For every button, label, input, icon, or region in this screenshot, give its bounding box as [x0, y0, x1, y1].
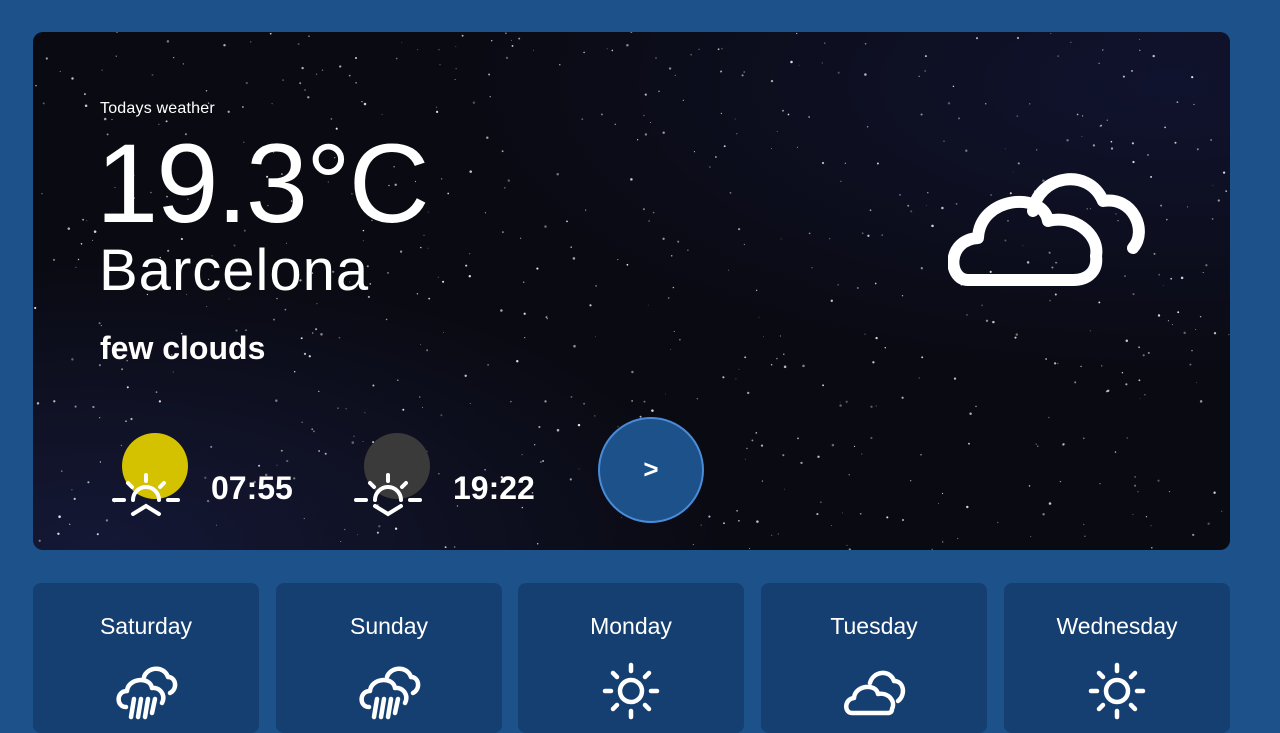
forecast-card[interactable]: Wednesday	[1004, 583, 1230, 733]
forecast-day-label: Sunday	[349, 613, 428, 639]
weather-hero-card: Todays weather 19.3°C Barcelona few clou…	[33, 32, 1230, 550]
forecast-card[interactable]: Monday	[518, 583, 744, 733]
forecast-day-label: Tuesday	[830, 613, 918, 639]
rain-cloud-icon	[116, 666, 178, 720]
weather-description: few clouds	[100, 330, 266, 366]
clouds-icon	[844, 670, 906, 716]
forecast-day-label: Monday	[590, 613, 672, 639]
section-subtitle: Todays weather	[100, 100, 215, 117]
sunset-icon	[354, 473, 422, 517]
forecast-day-label: Saturday	[99, 613, 193, 639]
forecast-card[interactable]: Sunday	[276, 583, 502, 733]
sunset-indicator	[353, 430, 443, 520]
forecast-card[interactable]: Tuesday	[761, 583, 987, 733]
forecast-card[interactable]: Saturday	[33, 583, 259, 733]
sunrise-icon	[112, 473, 180, 516]
sunset-time: 19:22	[453, 470, 535, 506]
sunrise-time: 07:55	[211, 470, 293, 506]
current-temperature: 19.3°C	[96, 121, 430, 246]
sun-icon	[1088, 662, 1146, 720]
next-button[interactable]: >	[598, 417, 704, 523]
sunrise-indicator	[111, 430, 201, 520]
sun-icon	[602, 662, 660, 720]
rain-cloud-icon	[359, 666, 421, 720]
forecast-day-label: Wednesday	[1056, 613, 1178, 639]
clouds-icon	[948, 173, 1145, 286]
city-name: Barcelona	[99, 238, 370, 303]
